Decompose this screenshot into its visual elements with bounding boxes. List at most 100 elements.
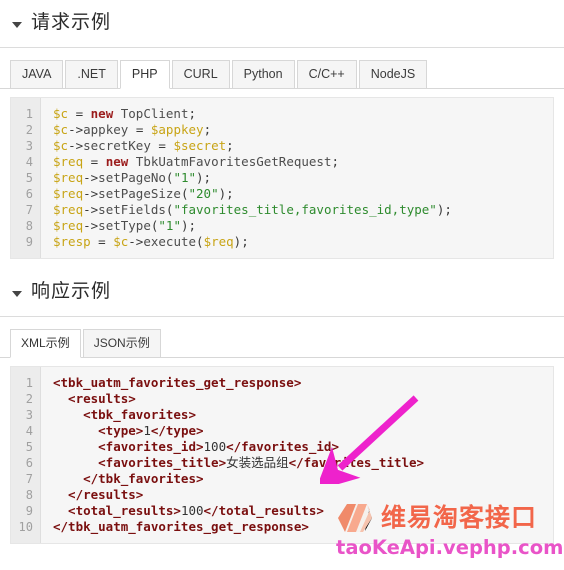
code-token: -> — [83, 202, 99, 217]
tab-label: CURL — [183, 67, 218, 81]
code-token: ); — [436, 202, 452, 217]
tab-java[interactable]: JAVA — [10, 60, 64, 89]
code-token: $req — [53, 154, 91, 169]
line-number: 9 — [25, 235, 33, 249]
code-line: <favorites_title>女装选品组</favorites_title> — [53, 455, 547, 471]
tab-label: XML示例 — [21, 336, 70, 350]
code-token: TbkUatmFavoritesGetRequest — [128, 154, 332, 169]
tab-c-c[interactable]: C/C++ — [296, 60, 357, 89]
code-token: $resp — [53, 234, 99, 249]
response-divider — [0, 316, 564, 317]
code-token: ); — [180, 218, 197, 233]
page-title: 请求示例 — [31, 12, 112, 33]
code-token: new — [105, 154, 129, 169]
code-line: $req = new TbkUatmFavoritesGetRequest; — [53, 154, 547, 170]
code-line: </tbk_uatm_favorites_get_response> — [53, 519, 547, 535]
code-token: $req — [53, 202, 84, 217]
tab-curl[interactable]: CURL — [171, 60, 230, 89]
code-line: <favorites_id>100</favorites_id> — [53, 439, 547, 455]
line-number: 2 — [25, 123, 33, 137]
code-line: <tbk_uatm_favorites_get_response> — [53, 375, 547, 391]
code-token: $c — [113, 234, 129, 249]
tab-json[interactable]: JSON示例 — [82, 329, 161, 358]
code-token: <type> — [53, 423, 144, 438]
code-token: <total_results> — [53, 503, 181, 518]
code-token: 女装选品组 — [226, 455, 289, 470]
code-token: $req — [203, 234, 234, 249]
line-number: 1 — [25, 376, 33, 390]
code-token: ); — [233, 234, 249, 249]
page-root: 请求示例 JAVA .NET PHP CURL Python C/C++ NodeJS 1 2… — [0, 0, 564, 570]
request-line-numbers: 1 2 3 4 5 6 7 8 9 — [11, 98, 41, 258]
tab-python[interactable]: Python — [231, 60, 295, 89]
tab-label: Python — [243, 67, 283, 81]
code-token: <tbk_favorites> — [53, 407, 196, 422]
line-number: 6 — [25, 187, 33, 201]
line-number: 5 — [25, 440, 33, 454]
code-token: = — [75, 106, 91, 121]
code-token: <tbk_uatm_favorites_get_response> — [53, 375, 302, 390]
line-number: 8 — [25, 488, 33, 502]
code-token: setPageSize — [98, 186, 181, 201]
code-token: ( — [180, 186, 189, 201]
code-token: = — [135, 122, 151, 137]
code-token: </favorites_id> — [226, 439, 339, 454]
code-token: ); — [218, 186, 234, 201]
code-line: $req->setPageNo("1"); — [53, 170, 547, 186]
code-token: $appkey — [150, 122, 204, 137]
code-token: $c — [53, 106, 76, 121]
code-token: "1" — [173, 170, 197, 185]
line-number: 9 — [25, 504, 33, 518]
code-token: <results> — [53, 391, 136, 406]
line-number: 2 — [25, 392, 33, 406]
code-token: setPageNo — [98, 170, 166, 185]
line-number: 3 — [25, 139, 33, 153]
code-line: $c = new TopClient; — [53, 106, 547, 122]
line-number: 4 — [25, 155, 33, 169]
caret-down-icon[interactable] — [12, 21, 22, 28]
tab-label: NodeJS — [370, 67, 416, 81]
tab-php[interactable]: PHP — [119, 60, 170, 89]
tab-nodejs[interactable]: NodeJS — [358, 60, 428, 89]
code-token: $secret — [173, 138, 227, 153]
request-tab-bar: JAVA .NET PHP CURL Python C/C++ NodeJS — [0, 60, 564, 89]
code-token: </type> — [150, 423, 204, 438]
code-token: -> — [128, 234, 144, 249]
code-token: -> — [83, 218, 99, 233]
code-token: ; — [226, 138, 234, 153]
request-code-content[interactable]: $c = new TopClient; $c->appkey = $appkey;… — [41, 98, 553, 258]
code-line: $req->setType("1"); — [53, 218, 547, 234]
code-token: </tbk_favorites> — [53, 471, 204, 486]
code-token: 100 — [203, 439, 227, 454]
line-number: 7 — [25, 203, 33, 217]
code-token: 1 — [143, 423, 151, 438]
code-token: = — [158, 138, 174, 153]
response-tab-bar: XML示例 JSON示例 — [0, 329, 564, 358]
code-token: </favorites_title> — [288, 455, 425, 470]
response-section-header[interactable]: 响应示例 — [0, 259, 564, 311]
tab-label: PHP — [131, 67, 158, 81]
line-number: 4 — [25, 424, 33, 438]
tab-net[interactable]: .NET — [65, 60, 118, 89]
response-code-content[interactable]: <tbk_uatm_favorites_get_response> <resul… — [41, 367, 553, 543]
request-divider — [0, 47, 564, 48]
code-line: $c->secretKey = $secret; — [53, 138, 547, 154]
code-line: $req->setFields("favorites_title,favorit… — [53, 202, 547, 218]
code-token: <favorites_title> — [53, 455, 227, 470]
tab-xml[interactable]: XML示例 — [10, 329, 81, 358]
line-number: 6 — [25, 456, 33, 470]
code-token: ); — [196, 170, 212, 185]
code-token: new — [90, 106, 114, 121]
code-token: ; — [188, 106, 197, 121]
tab-label: C/C++ — [308, 67, 345, 81]
code-line: <tbk_favorites> — [53, 407, 547, 423]
request-section-header[interactable]: 请求示例 — [0, 0, 564, 42]
code-line: <results> — [53, 391, 547, 407]
caret-down-icon[interactable] — [12, 290, 22, 297]
code-token: "1" — [158, 218, 181, 233]
code-line: <total_results>100</total_results> — [53, 503, 547, 519]
code-token: <favorites_id> — [53, 439, 204, 454]
code-line: </tbk_favorites> — [53, 471, 547, 487]
code-token: -> — [83, 186, 99, 201]
tab-label: JAVA — [22, 67, 52, 81]
